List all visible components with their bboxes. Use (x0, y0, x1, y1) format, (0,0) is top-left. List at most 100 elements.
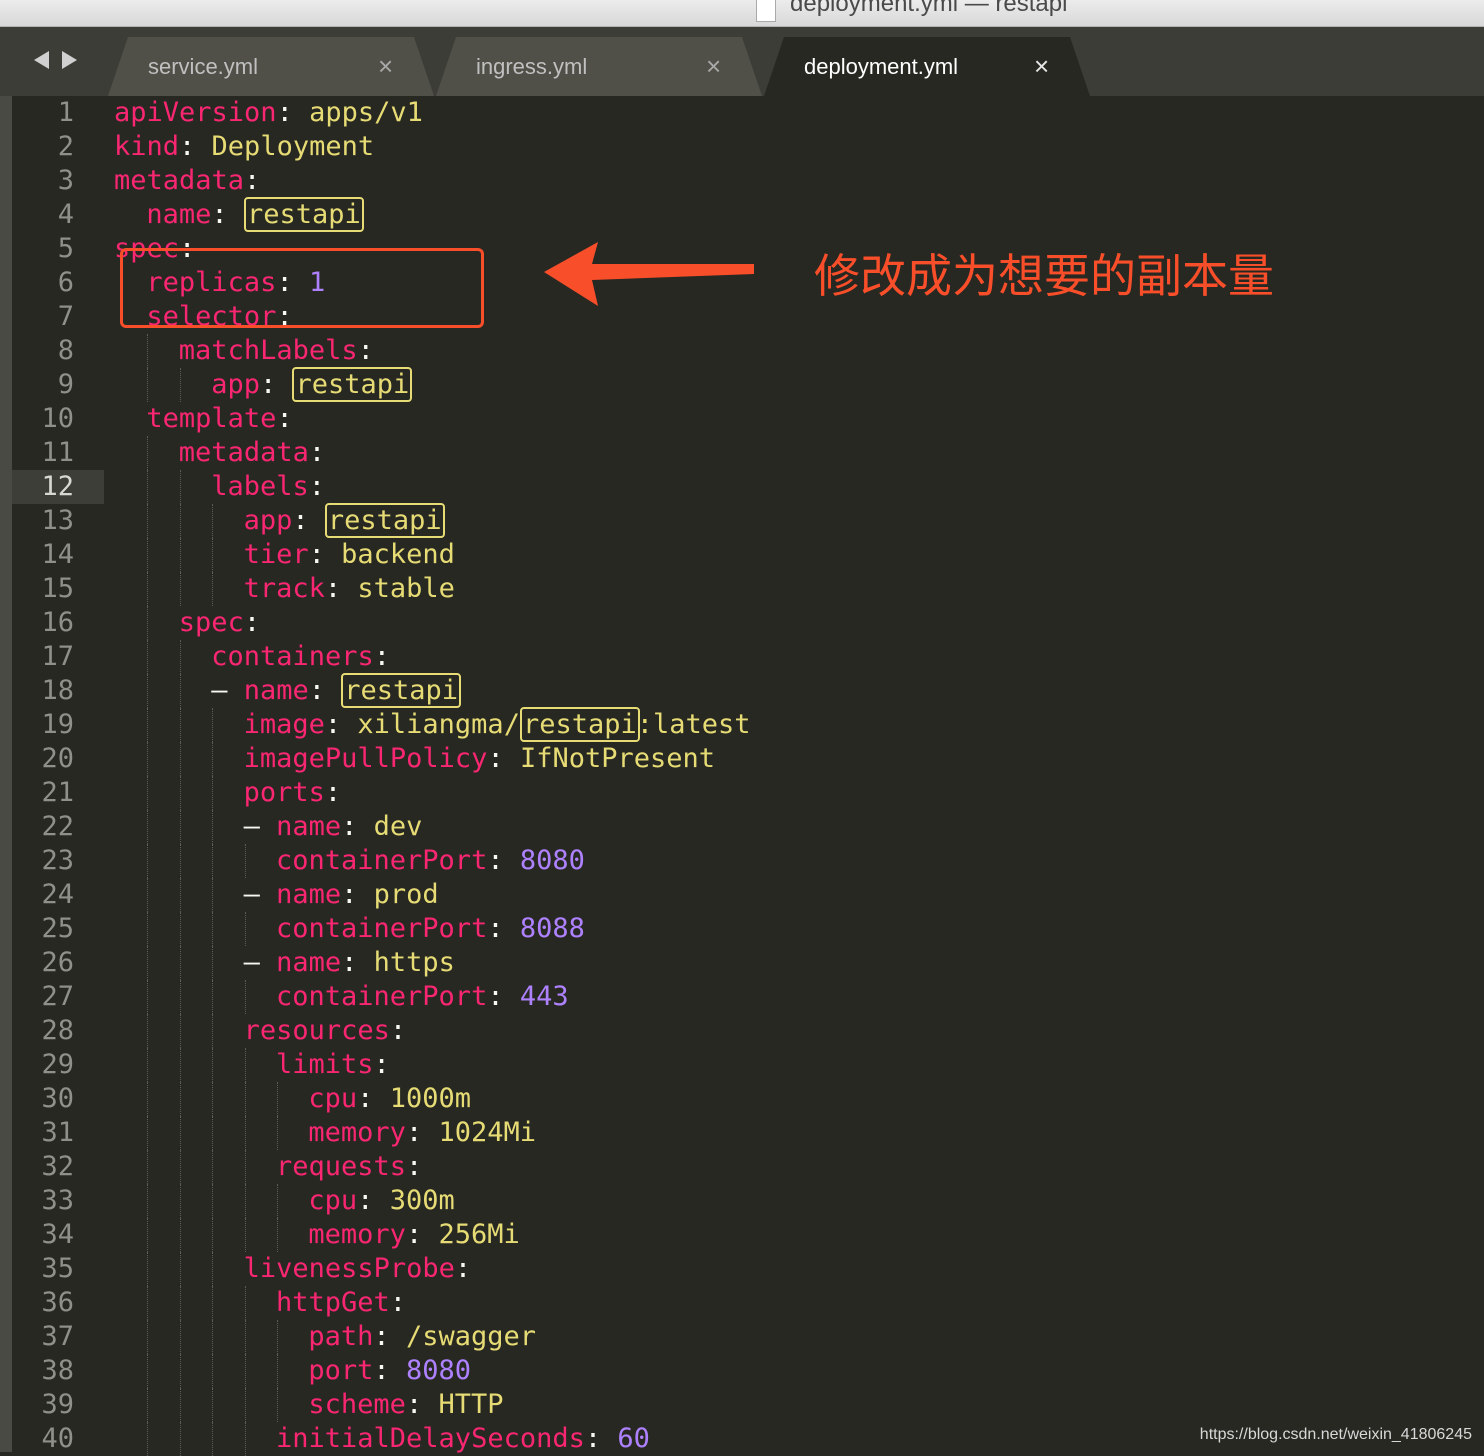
punctuation: : (487, 743, 520, 774)
number-value: 8080 (519, 845, 585, 876)
indent-guide (277, 1388, 278, 1422)
code-line[interactable]: imagePullPolicy: IfNotPresent (114, 742, 751, 776)
yaml-value: HTTP (438, 1389, 504, 1420)
indent-guide (179, 1048, 181, 1082)
punctuation: : (487, 981, 520, 1012)
code-line[interactable]: port: 8080 (114, 1354, 751, 1388)
punctuation: : (487, 845, 520, 876)
highlighted-match: restapi (341, 673, 462, 708)
code-line[interactable]: livenessProbe: (114, 1252, 751, 1286)
indent-guide (147, 1150, 149, 1184)
yaml-key: metadata (178, 437, 309, 468)
code-line[interactable]: apiVersion: apps/v1 (114, 96, 751, 130)
code-line[interactable]: containerPort: 8080 (114, 844, 751, 878)
number-value: 60 (617, 1423, 650, 1454)
yaml-value: apps/v1 (309, 97, 423, 128)
punctuation: : (389, 1015, 407, 1046)
line-number: 2 (57, 131, 74, 162)
line-number: 8 (57, 335, 74, 366)
yaml-value: backend (341, 539, 455, 570)
indent-guide (212, 504, 214, 538)
indent-guide (179, 742, 181, 776)
punctuation: : (357, 335, 374, 366)
code-line[interactable]: initialDelaySeconds: 60 (114, 1422, 751, 1456)
yaml-key: cpu (308, 1083, 358, 1114)
indent-guide (147, 878, 149, 912)
indent-guide (277, 1116, 278, 1150)
line-number: 1 (57, 97, 74, 128)
close-icon[interactable]: × (1034, 51, 1049, 81)
code-line[interactable]: cpu: 1000m (114, 1082, 751, 1116)
punctuation: : (308, 675, 342, 706)
punctuation: : (244, 165, 261, 196)
indent-guide (244, 980, 246, 1014)
code-line[interactable]: memory: 1024Mi (114, 1116, 751, 1150)
code-line[interactable]: spec: (114, 606, 751, 640)
code-line[interactable]: limits: (114, 1048, 751, 1082)
code-line[interactable]: app: restapi (114, 367, 751, 402)
code-line[interactable]: containerPort: 8088 (114, 912, 751, 946)
code-line[interactable]: – name: restapi (114, 673, 751, 708)
code-line[interactable]: image: xiliangma/restapi:latest (114, 707, 751, 742)
code-line[interactable]: – name: prod (114, 878, 751, 912)
indent-guide (179, 1218, 181, 1252)
close-icon[interactable]: × (706, 51, 721, 81)
code-line[interactable]: track: stable (114, 572, 751, 606)
tab-ingress-yml[interactable]: ingress.yml × (436, 37, 762, 96)
tab-bar: service.yml × ingress.yml × deployment.y… (0, 27, 1484, 96)
tab-service-yml[interactable]: service.yml × (108, 37, 434, 96)
indent-guide (147, 1218, 149, 1252)
indent-guide (147, 810, 149, 844)
yaml-key: template (146, 403, 277, 434)
tab-deployment-yml[interactable]: deployment.yml × (764, 37, 1090, 96)
sidebar-edge (0, 27, 12, 1452)
window-title: deployment.yml — restapi (790, 0, 1068, 17)
indent-guide (179, 946, 181, 980)
code-line[interactable]: containers: (114, 640, 751, 674)
chevron-right-icon[interactable] (62, 51, 77, 69)
number-value: 8088 (519, 913, 585, 944)
punctuation: : (584, 1423, 618, 1454)
code-line[interactable]: – name: https (114, 946, 751, 980)
line-number: 5 (57, 233, 74, 264)
code-line[interactable]: scheme: HTTP (114, 1388, 751, 1422)
code-line[interactable]: name: restapi (114, 197, 751, 232)
code-line[interactable]: httpGet: (114, 1286, 751, 1320)
code-line[interactable]: cpu: 300m (114, 1184, 751, 1218)
code-line[interactable]: kind: Deployment (114, 130, 751, 164)
yaml-key: httpGet (276, 1287, 390, 1318)
indent-guide (179, 1320, 181, 1354)
code-line[interactable]: resources: (114, 1014, 751, 1048)
code-line[interactable]: path: /swagger (114, 1320, 751, 1354)
code-line[interactable]: ports: (114, 776, 751, 810)
code-line[interactable]: requests: (114, 1150, 751, 1184)
close-icon[interactable]: × (378, 51, 393, 81)
code-line[interactable]: matchLabels: (114, 334, 751, 368)
line-number: 35 (41, 1253, 74, 1284)
chevron-left-icon[interactable] (34, 51, 49, 69)
punctuation: : (341, 811, 374, 842)
code-line[interactable]: memory: 256Mi (114, 1218, 751, 1252)
code-line[interactable]: metadata: (114, 436, 751, 470)
punctuation: : (324, 777, 342, 808)
yaml-key: containerPort (276, 913, 488, 944)
indent-guide (147, 674, 149, 708)
indent-guide (179, 1116, 181, 1150)
yaml-value: xiliangma/ (357, 709, 520, 740)
code-line[interactable]: template: (114, 402, 751, 436)
indent-guide (244, 844, 246, 878)
code-line[interactable]: – name: dev (114, 810, 751, 844)
yaml-key: image (243, 709, 325, 740)
code-line[interactable]: app: restapi (114, 503, 751, 538)
code-line[interactable]: metadata: (114, 164, 751, 198)
indent-guide (179, 572, 181, 606)
yaml-key: name (276, 811, 342, 842)
indent-guide (277, 1354, 278, 1388)
code-line[interactable]: labels: (114, 470, 751, 504)
line-number: 10 (41, 403, 74, 434)
line-number: 23 (41, 845, 74, 876)
code-line[interactable]: tier: backend (114, 538, 751, 572)
line-number: 40 (41, 1423, 74, 1454)
indent-guide (212, 1354, 214, 1388)
code-line[interactable]: containerPort: 443 (114, 980, 751, 1014)
